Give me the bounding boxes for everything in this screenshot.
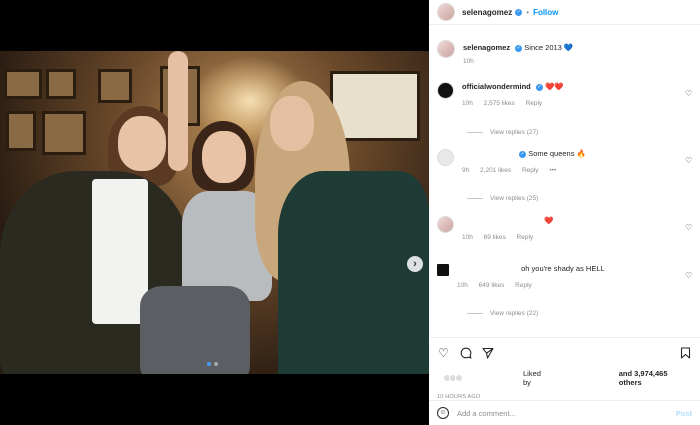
carousel-dots [207, 362, 218, 366]
author-username[interactable]: selenagomez [462, 8, 512, 17]
reply-button[interactable]: Reply [517, 234, 534, 241]
caption-avatar[interactable] [437, 40, 455, 58]
comment-like-heart-icon[interactable]: ♡ [685, 224, 692, 232]
commenter-avatar[interactable] [437, 216, 454, 233]
reply-button[interactable]: Reply [526, 100, 543, 107]
instagram-post-view: › selenagomez ✓ • Follow selenagomez ✓ S… [0, 0, 700, 425]
comment-text: ❤️❤️ [544, 82, 564, 91]
likes-summary[interactable]: Liked by and 3,974,465 others [437, 369, 692, 387]
comment-time: 10h [457, 282, 468, 289]
comment-row: oh you're shady as HELL 10h 649 likes Re… [437, 264, 692, 289]
verified-badge-icon: ✓ [535, 83, 543, 91]
comment-likes[interactable]: 2,201 likes [480, 167, 511, 174]
commenter-avatar[interactable] [437, 149, 454, 166]
comment-row: ❤️ 10h 69 likes Reply ♡ [437, 216, 692, 241]
comment-like-heart-icon[interactable]: ♡ [685, 90, 692, 98]
comment-bubble-icon[interactable] [459, 347, 472, 360]
share-send-icon[interactable] [481, 347, 494, 360]
comment-likes[interactable]: 649 likes [479, 282, 505, 289]
verified-badge-icon: ✓ [515, 8, 523, 16]
commenter-avatar[interactable] [437, 264, 449, 276]
comment-like-heart-icon[interactable]: ♡ [685, 272, 692, 280]
like-heart-icon[interactable]: ♡ [437, 346, 450, 360]
wall-frame [42, 111, 86, 155]
comment-likes[interactable]: 2,575 likes [484, 100, 515, 107]
comment-input[interactable]: Add a comment... [457, 409, 676, 418]
separator: • [526, 7, 530, 17]
view-replies-label[interactable]: View replies (25) [490, 195, 538, 202]
view-replies-label[interactable]: View replies (27) [490, 129, 538, 136]
likes-count[interactable]: and 3,974,465 others [619, 369, 692, 387]
comment-time: 10h [462, 234, 473, 241]
next-arrow-icon[interactable]: › [407, 256, 423, 272]
commenter-avatar[interactable] [437, 82, 454, 99]
bookmark-icon[interactable] [679, 347, 692, 360]
wall-frame [46, 69, 76, 99]
view-replies[interactable]: View replies (25) [467, 195, 538, 202]
reply-button[interactable]: Reply [515, 282, 532, 289]
caption-row: selenagomez ✓ Since 2013 💙 10h [437, 40, 692, 65]
comment-text: Some queens 🔥 [528, 149, 586, 158]
post-actions: ♡ Liked by and 3,974,465 others 10 HOURS… [429, 337, 700, 400]
comment-username[interactable]: officialwondermind [462, 82, 531, 91]
view-replies[interactable]: View replies (22) [467, 310, 538, 317]
comment-like-heart-icon[interactable]: ♡ [685, 157, 692, 165]
wall-frame [98, 69, 132, 103]
comment-text: ❤️ [544, 216, 554, 225]
post-photo[interactable]: › [0, 51, 429, 374]
comment-text: oh you're shady as HELL [521, 264, 605, 273]
caption-time: 10h [463, 58, 474, 65]
person-left-face [118, 116, 166, 171]
person-right-jacket [278, 171, 429, 374]
view-replies-label[interactable]: View replies (22) [490, 310, 538, 317]
comment-time: 10h [462, 100, 473, 107]
post-side-panel: selenagomez ✓ • Follow selenagomez ✓ Sin… [429, 0, 700, 425]
more-options-icon[interactable]: ••• [549, 167, 556, 174]
caption-username[interactable]: selenagomez [463, 43, 510, 52]
verified-badge-icon: ✓ [519, 150, 527, 158]
caption-text: Since 2013 [524, 43, 562, 52]
comment-row: ✓ Some queens 🔥 9h 2,201 likes Reply •••… [437, 149, 692, 174]
view-replies[interactable]: View replies (27) [467, 129, 538, 136]
person-middle-arm [168, 51, 188, 171]
add-comment-bar: ☺ Add a comment... Post [429, 400, 700, 425]
person-right-face [270, 96, 314, 151]
person-middle-pants [140, 286, 250, 374]
comment-time: 9h [462, 167, 470, 174]
post-comment-button[interactable]: Post [676, 409, 692, 418]
wall-frame [6, 111, 36, 151]
liked-by-label: Liked by [523, 369, 541, 387]
media-area: › [0, 0, 429, 425]
carousel-dot [207, 362, 211, 366]
post-header: selenagomez ✓ • Follow [429, 0, 700, 25]
carousel-dot [214, 362, 218, 366]
caption-emoji: 💙 [563, 43, 574, 52]
follow-button[interactable]: Follow [533, 8, 558, 17]
reply-button[interactable]: Reply [522, 167, 539, 174]
liker-avatars [443, 374, 463, 382]
verified-badge-icon: ✓ [515, 44, 523, 52]
emoji-picker-icon[interactable]: ☺ [437, 407, 449, 419]
comments-list[interactable]: selenagomez ✓ Since 2013 💙 10h officialw… [429, 30, 700, 337]
wall-frame [4, 69, 42, 99]
comment-likes[interactable]: 69 likes [484, 234, 506, 241]
person-middle-face [202, 131, 246, 183]
author-avatar[interactable] [437, 3, 455, 21]
comment-row: officialwondermind ✓ ❤️❤️ 10h 2,575 like… [437, 82, 692, 107]
